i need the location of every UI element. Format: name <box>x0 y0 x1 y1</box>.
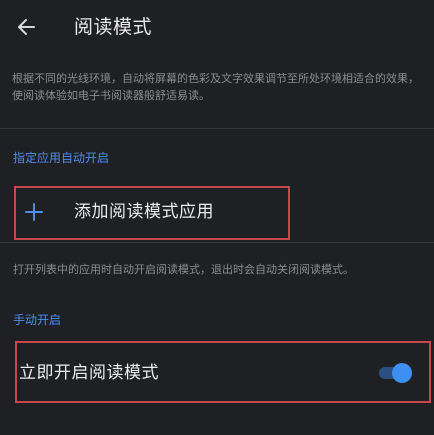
open-reading-mode-label: 立即开启阅读模式 <box>19 363 159 383</box>
reading-mode-screen: 阅读模式 根据不同的光线环境，自动将屏幕的色彩及文字效果调节至所处环境相适合的效… <box>0 0 434 435</box>
switch-knob <box>392 363 412 383</box>
plus-icon <box>25 203 43 221</box>
divider <box>0 128 434 129</box>
reading-mode-switch[interactable] <box>379 363 412 383</box>
section-label-manual: 手动开启 <box>13 313 62 327</box>
divider <box>0 242 434 243</box>
page-title: 阅读模式 <box>74 16 153 38</box>
add-reading-mode-app-label: 添加阅读模式应用 <box>74 202 214 222</box>
open-reading-mode-row[interactable]: 立即开启阅读模式 <box>15 341 431 403</box>
header: 阅读模式 <box>0 0 434 56</box>
section-label-auto: 指定应用自动开启 <box>13 151 110 165</box>
reading-mode-description: 根据不同的光线环境，自动将屏幕的色彩及文字效果调节至所处环境相适合的效果，使阅读… <box>12 72 419 102</box>
arrow-left-icon <box>18 19 35 35</box>
auto-open-hint: 打开列表中的应用时自动开启阅读模式，退出时会自动关闭阅读模式。 <box>13 263 354 276</box>
back-button[interactable] <box>14 14 40 40</box>
add-reading-mode-app-button[interactable]: 添加阅读模式应用 <box>14 186 290 240</box>
